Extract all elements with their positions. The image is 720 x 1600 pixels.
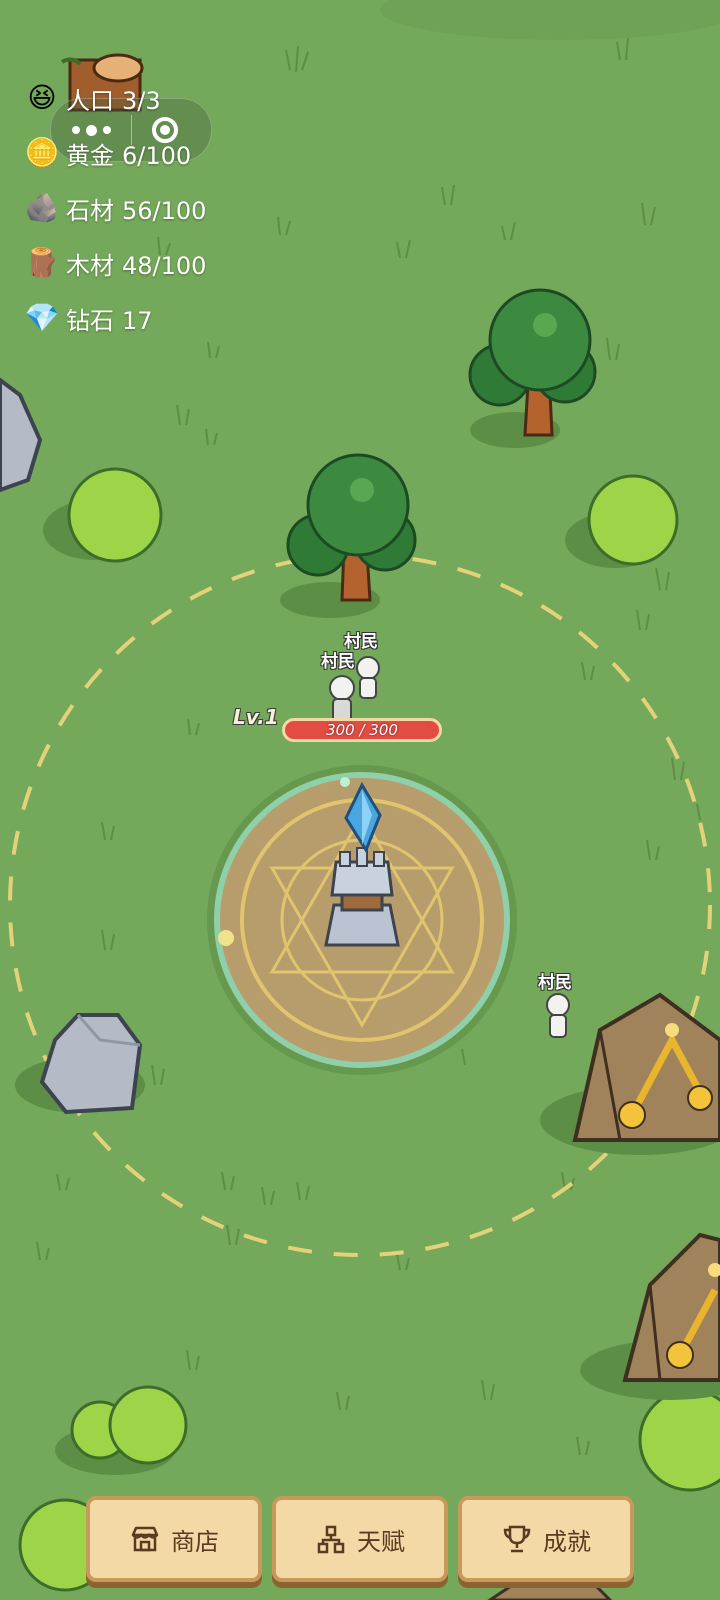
trophy-icon bbox=[503, 1525, 531, 1553]
resource-diamond: 💎 钻石 17 bbox=[24, 298, 153, 338]
resource-gold: 🪙 黄金 6/100 bbox=[24, 133, 192, 173]
resource-wood: 🪵 木材 48/100 bbox=[24, 243, 207, 283]
gold-coin-icon: 🪙 bbox=[24, 136, 60, 169]
villager-label: 村民 bbox=[321, 652, 355, 672]
resource-population: 😆 人口 3/3 bbox=[24, 78, 161, 118]
resource-value: 3/3 bbox=[122, 86, 161, 115]
talent-tree-icon bbox=[317, 1525, 345, 1554]
laughing-face-icon: 😆 bbox=[27, 81, 57, 114]
shop-label: 商店 bbox=[171, 1527, 219, 1556]
resource-name: 钻石 bbox=[66, 306, 114, 335]
talent-label: 天赋 bbox=[357, 1527, 405, 1556]
tower-hp-bar: 300 / 300 bbox=[282, 718, 442, 742]
tower bbox=[324, 847, 400, 947]
achievement-label: 成就 bbox=[543, 1527, 591, 1556]
stone-icon: 🪨 bbox=[24, 191, 60, 224]
resource-value: 48/100 bbox=[122, 251, 207, 280]
resource-value: 17 bbox=[122, 306, 153, 335]
resource-value: 56/100 bbox=[122, 196, 207, 225]
resource-value: 6/100 bbox=[122, 141, 192, 170]
tower-level: Lv.1 bbox=[233, 705, 279, 729]
tower-hp-text: 300 / 300 bbox=[326, 721, 398, 739]
talent-button[interactable]: 天赋 bbox=[272, 1496, 448, 1582]
shop-button[interactable]: 商店 bbox=[86, 1496, 262, 1582]
wood-log-icon: 🪵 bbox=[24, 246, 60, 279]
shop-icon bbox=[131, 1526, 159, 1552]
resource-name: 人口 bbox=[66, 86, 114, 115]
diamond-icon: 💎 bbox=[24, 301, 60, 334]
resource-stone: 🪨 石材 56/100 bbox=[24, 188, 207, 228]
resource-name: 黄金 bbox=[66, 141, 114, 170]
resource-name: 石材 bbox=[66, 196, 114, 225]
game-scene bbox=[0, 0, 720, 1600]
achievement-button[interactable]: 成就 bbox=[458, 1496, 634, 1582]
villager-label: 村民 bbox=[538, 973, 572, 993]
resource-name: 木材 bbox=[66, 251, 114, 280]
